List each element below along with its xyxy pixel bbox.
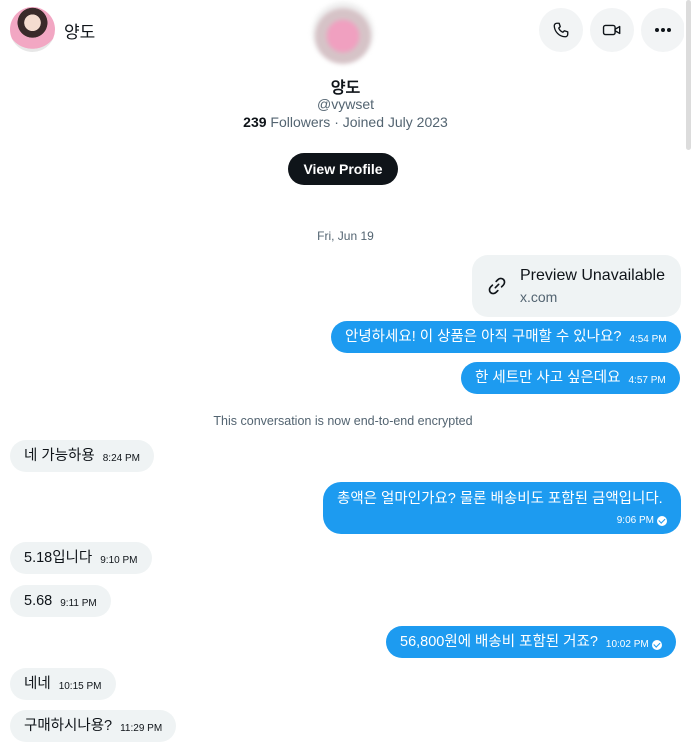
link-preview-domain: x.com xyxy=(520,289,558,305)
message-text: 5.18입니다 xyxy=(24,549,93,566)
phone-icon xyxy=(553,22,569,38)
message-bubble[interactable]: 네네 10:15 PM xyxy=(10,668,116,700)
message-time-row: 9:06 PM xyxy=(345,511,667,530)
message-text: 5.68 xyxy=(24,592,53,609)
message-time-row: 10:02 PM xyxy=(606,635,662,654)
link-preview-card[interactable]: Preview Unavailable x.com xyxy=(472,255,681,317)
message-text: 한 세트만 사고 싶은데요 xyxy=(475,369,621,386)
message-time: 4:57 PM xyxy=(628,375,666,386)
link-icon xyxy=(488,277,506,295)
read-check-icon xyxy=(651,639,662,650)
message-time: 4:54 PM xyxy=(629,334,667,345)
date-separator: Fri, Jun 19 xyxy=(317,229,374,243)
followers-count[interactable]: 239 xyxy=(243,114,266,130)
message-time: 10:15 PM xyxy=(58,681,102,692)
followers-joined-label: Followers · Joined July 2023 xyxy=(266,114,448,130)
message-bubble[interactable]: 한 세트만 사고 싶은데요 4:57 PM xyxy=(461,362,680,394)
message-time: 9:10 PM xyxy=(100,555,138,566)
message-bubble[interactable]: 안녕하세요! 이 상품은 아직 구매할 수 있나요? 4:54 PM xyxy=(331,321,681,353)
scrollbar[interactable] xyxy=(684,0,691,754)
video-call-button[interactable] xyxy=(590,8,634,52)
call-button[interactable] xyxy=(539,8,583,52)
message-time: 9:11 PM xyxy=(60,598,97,609)
avatar[interactable] xyxy=(10,7,55,52)
message-time: 9:06 PM xyxy=(616,515,654,526)
profile-meta: 239 Followers · Joined July 2023 xyxy=(0,114,691,130)
message-text: 총액은 얼마인가요? 물론 배송비도 포함된 금액입니다. xyxy=(337,491,663,507)
more-icon xyxy=(655,28,671,32)
message-bubble[interactable]: 56,800원에 배송비 포함된 거죠? 10:02 PM xyxy=(386,626,676,658)
message-time: 10:02 PM xyxy=(605,639,649,650)
message-bubble[interactable]: 5.68 9:11 PM xyxy=(10,585,111,617)
read-check-icon xyxy=(657,515,667,526)
message-bubble[interactable]: 총액은 얼마인가요? 물론 배송비도 포함된 금액입니다. 9:06 PM xyxy=(323,482,681,534)
scrollbar-thumb[interactable] xyxy=(686,0,691,150)
profile-handle: @vywset xyxy=(317,96,374,112)
video-icon xyxy=(602,24,621,36)
message-time: 8:24 PM xyxy=(102,453,140,464)
profile-name: 양도 xyxy=(330,80,361,97)
header-name[interactable]: 양도 xyxy=(64,18,95,43)
message-text: 56,800원에 배송비 포함된 거죠? xyxy=(400,633,598,650)
message-text: 구매하시나용? xyxy=(24,717,113,734)
view-profile-button[interactable]: View Profile xyxy=(288,153,398,185)
encryption-notice: This conversation is now end-to-end encr… xyxy=(213,414,473,428)
profile-avatar[interactable] xyxy=(312,2,374,64)
message-bubble[interactable]: 5.18입니다 9:10 PM xyxy=(10,542,152,574)
message-text: 네 가능하용 xyxy=(24,447,95,464)
message-bubble[interactable]: 구매하시나용? 11:29 PM xyxy=(10,710,177,742)
message-bubble[interactable]: 네 가능하용 8:24 PM xyxy=(10,440,154,472)
message-text: 네네 xyxy=(24,675,51,692)
more-options-button[interactable] xyxy=(641,8,685,52)
message-time: 11:29 PM xyxy=(120,723,163,734)
link-preview-title: Preview Unavailable xyxy=(520,267,665,284)
message-text: 안녕하세요! 이 상품은 아직 구매할 수 있나요? xyxy=(345,328,622,345)
